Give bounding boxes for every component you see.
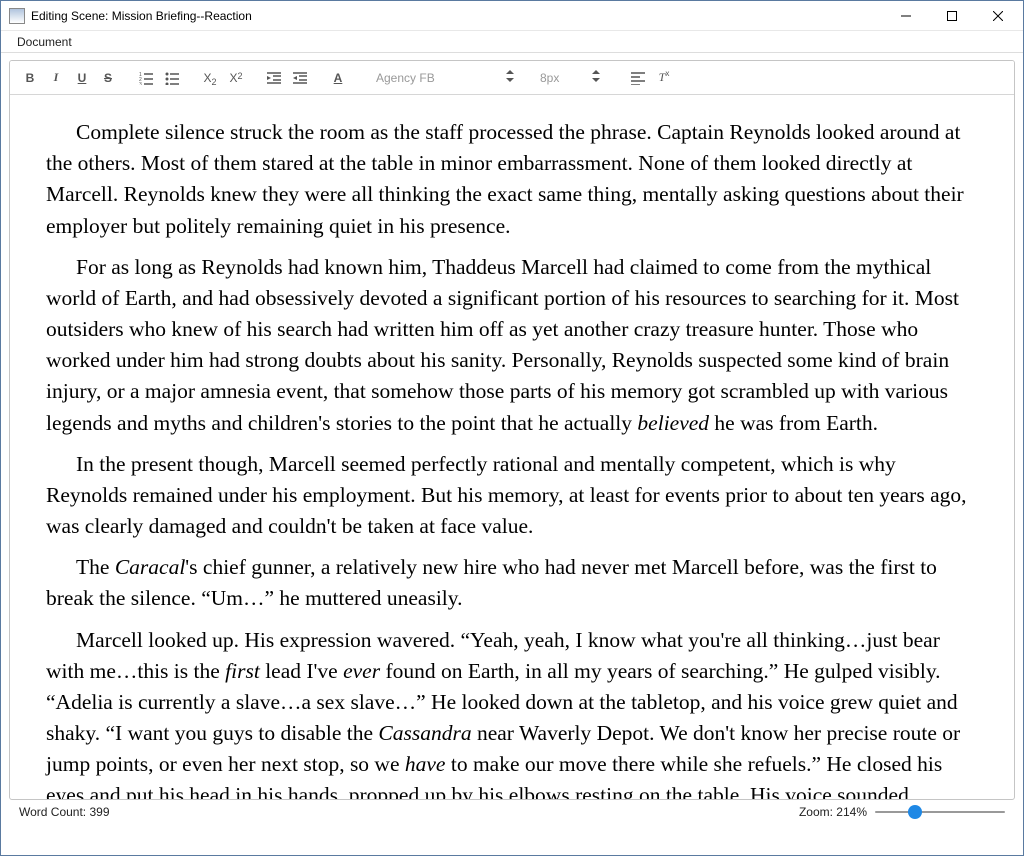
editor-box: B I U S 123 X2 X2 [9, 60, 1015, 800]
ordered-list-button[interactable]: 123 [134, 66, 158, 90]
app-window: Editing Scene: Mission Briefing--Reactio… [0, 0, 1024, 856]
align-button[interactable] [626, 66, 650, 90]
close-button[interactable] [975, 1, 1021, 31]
close-icon [993, 11, 1003, 21]
zoom-label: Zoom: 214% [799, 805, 867, 819]
document-area: Complete silence struck the room as the … [10, 95, 1014, 799]
paragraph[interactable]: Complete silence struck the room as the … [46, 117, 978, 242]
word-count: Word Count: 399 [19, 805, 799, 819]
content-frame: B I U S 123 X2 X2 [1, 53, 1023, 855]
minimize-button[interactable] [883, 1, 929, 31]
document-scroll[interactable]: Complete silence struck the room as the … [10, 95, 1014, 799]
zoom-track [875, 811, 1005, 813]
unordered-list-button[interactable] [160, 66, 184, 90]
toolbar: B I U S 123 X2 X2 [10, 61, 1014, 95]
outdent-button[interactable] [262, 66, 286, 90]
indent-button[interactable] [288, 66, 312, 90]
menu-document[interactable]: Document [11, 33, 78, 51]
dropdown-arrows-icon [592, 70, 600, 85]
titlebar: Editing Scene: Mission Briefing--Reactio… [1, 1, 1023, 31]
paragraph[interactable]: Marcell looked up. His expression wavere… [46, 625, 978, 799]
window-title: Editing Scene: Mission Briefing--Reactio… [31, 9, 883, 23]
maximize-icon [947, 11, 957, 21]
svg-text:3: 3 [139, 82, 142, 85]
font-size-value: 8px [540, 71, 559, 85]
bottom-gap [9, 824, 1015, 848]
text-color-button[interactable]: A [326, 66, 350, 90]
outdent-icon [267, 71, 281, 85]
unordered-list-icon [165, 71, 179, 85]
superscript-button[interactable]: X2 [224, 66, 248, 90]
minimize-icon [901, 11, 911, 21]
align-icon [631, 71, 645, 85]
paragraph[interactable]: The Caracal's chief gunner, a relatively… [46, 552, 978, 614]
clear-format-button[interactable]: Tx [652, 66, 676, 90]
ordered-list-icon: 123 [139, 71, 153, 85]
app-icon [9, 8, 25, 24]
indent-icon [293, 71, 307, 85]
paragraph[interactable]: For as long as Reynolds had known him, T… [46, 252, 978, 439]
zoom-slider[interactable] [875, 804, 1005, 820]
window-controls [883, 1, 1021, 31]
font-family-value: Agency FB [376, 71, 435, 85]
statusbar: Word Count: 399 Zoom: 214% [9, 800, 1015, 824]
strikethrough-button[interactable]: S [96, 66, 120, 90]
dropdown-arrows-icon [506, 70, 514, 85]
font-size-select[interactable]: 8px [534, 67, 606, 89]
underline-button[interactable]: U [70, 66, 94, 90]
paragraph[interactable]: In the present though, Marcell seemed pe… [46, 449, 978, 543]
italic-button[interactable]: I [44, 66, 68, 90]
maximize-button[interactable] [929, 1, 975, 31]
menubar: Document [1, 31, 1023, 53]
font-family-select[interactable]: Agency FB [370, 67, 520, 89]
subscript-button[interactable]: X2 [198, 66, 222, 90]
bold-button[interactable]: B [18, 66, 42, 90]
zoom-thumb[interactable] [908, 805, 922, 819]
